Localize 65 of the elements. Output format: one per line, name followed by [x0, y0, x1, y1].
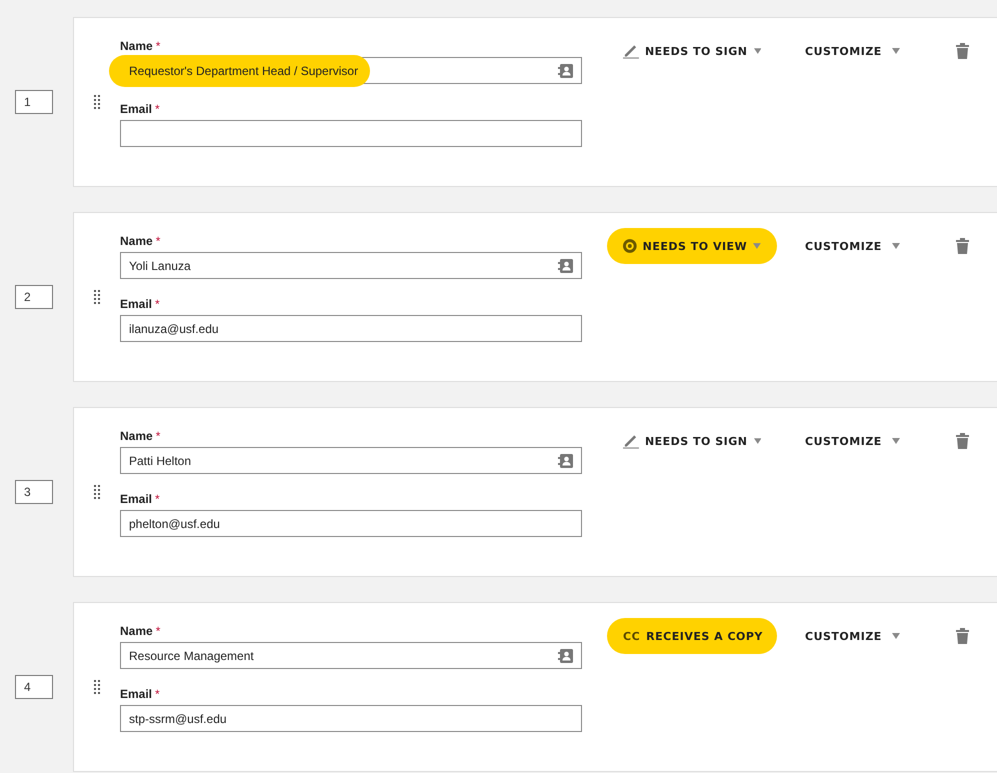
pen-icon: [623, 433, 639, 449]
required-mark: *: [155, 492, 160, 506]
field-label: Email: [120, 492, 152, 506]
required-mark: *: [156, 429, 160, 443]
field-label: Name: [120, 234, 153, 248]
email-field[interactable]: stp-ssrm@usf.edu: [120, 705, 582, 732]
contact-card-icon[interactable]: [558, 454, 573, 468]
cc-label: CC: [623, 630, 640, 642]
caret-icon: [753, 243, 761, 249]
required-mark: *: [155, 297, 160, 311]
order-field[interactable]: 4: [15, 675, 53, 699]
field-value: Resource Management: [129, 648, 255, 662]
field-label: Name: [120, 429, 153, 443]
email-field[interactable]: ilanuza@usf.edu: [120, 315, 582, 342]
drag-handle-icon[interactable]: [94, 485, 100, 499]
field-value: Requestor's Department Head / Supervisor: [109, 54, 370, 86]
action-dropdown[interactable]: NEEDS TO SIGN: [607, 423, 777, 459]
required-mark: *: [156, 624, 160, 638]
order-field[interactable]: 1: [15, 90, 53, 114]
caret-icon: [754, 48, 761, 54]
trash-icon[interactable]: [956, 628, 969, 644]
email-field[interactable]: [120, 120, 582, 147]
drag-handle-icon[interactable]: [94, 95, 100, 109]
name-field[interactable]: Patti Helton: [120, 447, 582, 474]
eye-icon: [623, 239, 637, 253]
trash-icon[interactable]: [956, 43, 969, 59]
action-dropdown[interactable]: NEEDS TO SIGN: [607, 33, 777, 69]
field-label: Email: [120, 102, 152, 116]
order-field[interactable]: 3: [15, 480, 53, 504]
drag-handle-icon[interactable]: [94, 290, 100, 304]
pen-icon: [623, 43, 639, 59]
required-mark: *: [155, 102, 160, 116]
caret-icon: [892, 243, 900, 249]
customize-dropdown[interactable]: CUSTOMIZE: [799, 33, 906, 69]
caret-icon: [892, 633, 900, 639]
required-mark: *: [155, 687, 160, 701]
customize-dropdown[interactable]: CUSTOMIZE: [799, 423, 906, 459]
required-mark: *: [156, 39, 160, 53]
field-label: Name: [120, 624, 153, 638]
caret-icon: [754, 438, 761, 444]
action-dropdown[interactable]: NEEDS TO VIEW: [607, 228, 777, 264]
contact-card-icon[interactable]: [558, 648, 573, 662]
trash-icon[interactable]: [956, 238, 969, 254]
field-value: Yoli Lanuza: [129, 258, 192, 272]
email-field[interactable]: phelton@usf.edu: [120, 510, 582, 537]
contact-card-icon[interactable]: [558, 64, 573, 78]
field-value: ilanuza@usf.edu: [129, 322, 220, 336]
caret-icon: [892, 48, 900, 54]
contact-card-icon[interactable]: [558, 258, 573, 272]
field-value: Patti Helton: [129, 454, 192, 468]
caret-icon: [892, 438, 900, 444]
trash-icon[interactable]: [956, 433, 969, 449]
field-label: Email: [120, 687, 152, 701]
required-mark: *: [156, 234, 160, 248]
drag-handle-icon[interactable]: [94, 680, 100, 694]
customize-dropdown[interactable]: CUSTOMIZE: [799, 228, 906, 264]
field-label: Email: [120, 297, 152, 311]
field-value: phelton@usf.edu: [129, 516, 221, 530]
field-label: Name: [120, 39, 153, 53]
order-field[interactable]: 2: [15, 285, 53, 309]
customize-dropdown[interactable]: CUSTOMIZE: [799, 618, 906, 654]
action-dropdown[interactable]: CC RECEIVES A COPY: [607, 618, 777, 654]
name-field[interactable]: Yoli Lanuza: [120, 252, 582, 279]
field-value: stp-ssrm@usf.edu: [129, 712, 228, 726]
name-field[interactable]: Resource Management: [120, 642, 582, 669]
